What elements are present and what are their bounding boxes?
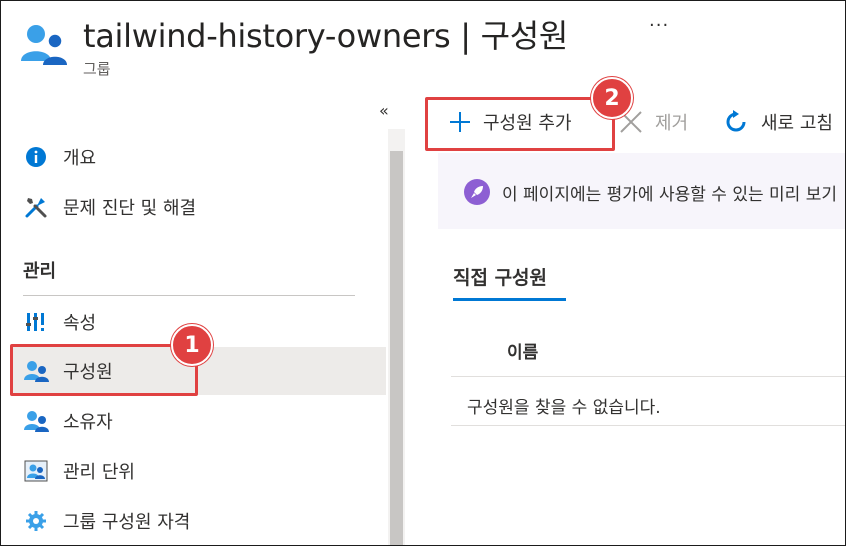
sidebar-item-label: 그룹 구성원 자격 — [63, 512, 191, 533]
tab-direct-members[interactable]: 직접 구성원 — [453, 263, 547, 290]
rocket-icon — [464, 179, 490, 205]
remove-label: 제거 — [655, 113, 689, 134]
admin-units-icon — [23, 458, 49, 484]
more-options-button[interactable]: ··· — [649, 15, 669, 36]
group-membership-icon — [23, 508, 49, 534]
owners-icon — [23, 408, 49, 434]
section-divider — [23, 295, 355, 296]
column-header-name[interactable]: 이름 — [507, 338, 538, 363]
sidebar-item-diagnose[interactable]: 문제 진단 및 해결 — [11, 183, 386, 231]
sidebar-item-owners[interactable]: 소유자 — [11, 397, 386, 445]
refresh-label: 새로 고침 — [761, 113, 833, 134]
callout-badge-1: 1 — [171, 324, 213, 366]
remove-button[interactable]: 제거 — [619, 109, 688, 135]
info-icon — [23, 144, 49, 170]
properties-icon — [23, 309, 49, 335]
tab-active-indicator — [453, 298, 566, 301]
page-header: tailwind-history-owners | 구성원 ··· 그룹 — [1, 1, 845, 89]
sidebar-item-label: 관리 단위 — [63, 462, 135, 483]
wrench-icon — [23, 194, 49, 220]
page-subtitle: 그룹 — [83, 60, 111, 78]
table-row-divider — [451, 425, 845, 426]
sidebar-item-label: 문제 진단 및 해결 — [63, 198, 197, 219]
callout-badge-2: 2 — [591, 77, 633, 119]
group-icon — [19, 21, 69, 67]
sidebar-item-label: 개요 — [63, 148, 97, 169]
sidebar-item-admin-units[interactable]: 관리 단위 — [11, 447, 386, 495]
collapse-sidebar-button[interactable]: « — [379, 101, 389, 120]
callout-highlight-members — [10, 344, 198, 396]
page-title: tailwind-history-owners | 구성원 — [83, 17, 569, 55]
sidebar-item-label: 속성 — [63, 313, 97, 334]
scrollbar-thumb[interactable] — [390, 151, 403, 545]
table-header-divider — [451, 376, 845, 377]
preview-banner: 이 페이지에는 평가에 사용할 수 있는 미리 보기 — [438, 153, 845, 229]
sidebar-item-overview[interactable]: 개요 — [11, 133, 386, 181]
callout-highlight-add-members — [425, 97, 615, 151]
sidebar-item-group-membership[interactable]: 그룹 구성원 자격 — [11, 497, 386, 545]
empty-state-message: 구성원을 찾을 수 없습니다. — [467, 398, 661, 418]
window-frame: tailwind-history-owners | 구성원 ··· 그룹 « 개… — [0, 0, 846, 546]
preview-banner-text: 이 페이지에는 평가에 사용할 수 있는 미리 보기 — [502, 185, 837, 205]
section-heading-manage: 관리 — [23, 261, 57, 282]
refresh-button[interactable]: 새로 고침 — [723, 109, 833, 135]
sidebar-item-label: 소유자 — [63, 412, 113, 433]
sidebar-scrollbar[interactable] — [388, 129, 405, 545]
refresh-icon — [723, 109, 749, 135]
